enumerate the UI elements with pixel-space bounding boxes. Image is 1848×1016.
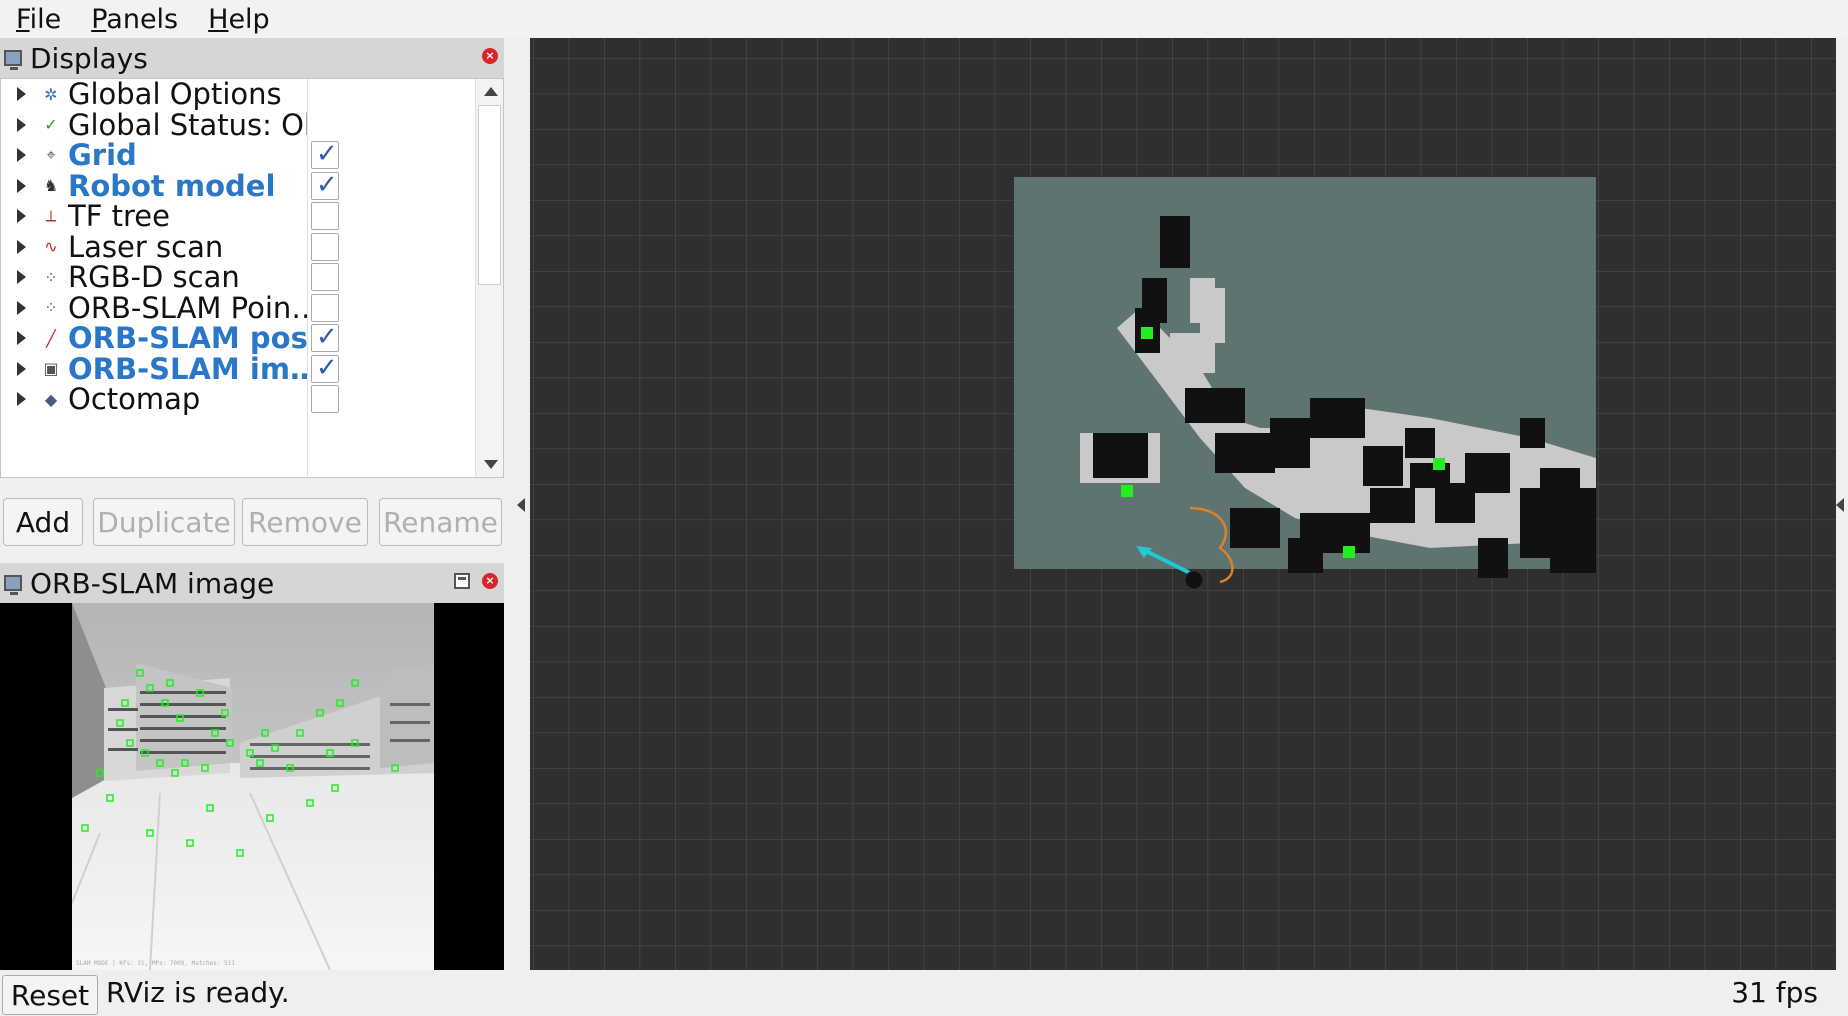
- checkmark-icon: ✓: [316, 169, 338, 200]
- status-message: RViz is ready.: [106, 976, 290, 1009]
- expand-arrow-icon[interactable]: [17, 209, 26, 224]
- display-row[interactable]: ∿ Laser scan: [1, 229, 475, 264]
- collapse-right-icon[interactable]: [1836, 498, 1844, 512]
- display-row[interactable]: ✓ Global Status: Ok: [1, 107, 475, 142]
- display-enable-checkbox[interactable]: [311, 385, 339, 414]
- orb-slam-image-panel: ORB-SLAM image × SLAM MODE | KFs: 31, MP…: [0, 563, 504, 970]
- scroll-thumb[interactable]: [478, 105, 501, 285]
- display-label: Global Status: Ok: [68, 107, 308, 142]
- display-enable-checkbox[interactable]: ✓: [311, 322, 339, 353]
- menu-panels[interactable]: Panels: [91, 4, 178, 35]
- remove-button[interactable]: Remove: [242, 498, 368, 546]
- expand-arrow-icon[interactable]: [17, 331, 26, 346]
- display-label: RGB-D scan: [68, 260, 240, 295]
- display-row[interactable]: ✲ Global Options: [1, 77, 475, 112]
- displays-panel-title: Displays: [30, 41, 148, 75]
- checkmark-icon: ✓: [316, 139, 338, 170]
- 3d-render-view[interactable]: [530, 38, 1836, 970]
- expand-arrow-icon[interactable]: [17, 117, 26, 132]
- pose-arrow-icon: ╱: [46, 328, 56, 348]
- display-label: ORB-SLAM Poin…: [68, 290, 308, 325]
- point-cloud-icon: ⁘: [44, 267, 58, 287]
- column-divider: [307, 79, 308, 479]
- checkmark-icon: ✓: [316, 322, 338, 353]
- add-button[interactable]: Add: [3, 498, 83, 546]
- robot-icon: ♞: [43, 176, 59, 196]
- displays-tree-rows: ✲ Global Options ✓ Global Status: Ok ⌖ Grid ✓ ♞…: [1, 77, 475, 417]
- display-enable-checkbox[interactable]: ✓: [311, 352, 339, 383]
- scroll-down-icon[interactable]: [484, 460, 498, 469]
- displays-tree[interactable]: ✲ Global Options ✓ Global Status: Ok ⌖ Grid ✓ ♞…: [0, 77, 504, 479]
- undock-icon[interactable]: [454, 573, 470, 589]
- camera-image: SLAM MODE | KFs: 31, MPs: 7009, Matches:…: [0, 603, 504, 970]
- display-label: TF tree: [68, 199, 170, 234]
- displays-panel: Displays × ✲ Global Options ✓ Global Status…: [0, 38, 504, 558]
- collapse-left-icon[interactable]: [517, 498, 525, 512]
- display-label: Octomap: [68, 382, 201, 417]
- image-icon: ▣: [43, 359, 59, 379]
- expand-arrow-icon[interactable]: [17, 392, 26, 407]
- display-enable-checkbox[interactable]: [311, 232, 339, 261]
- display-enable-checkbox[interactable]: ✓: [311, 139, 339, 170]
- display-row[interactable]: ╱ ORB-SLAM pose ✓: [1, 321, 475, 356]
- display-row[interactable]: ⌖ Grid ✓: [1, 138, 475, 173]
- occupancy-map: [1014, 177, 1596, 578]
- checkmark-icon: ✓: [316, 352, 338, 383]
- display-label: Robot model: [68, 168, 276, 203]
- tree-scrollbar[interactable]: [475, 79, 503, 477]
- robot-marker: [1184, 570, 1204, 590]
- grid-icon: ⌖: [46, 145, 56, 165]
- expand-arrow-icon[interactable]: [17, 300, 26, 315]
- display-label: ORB-SLAM im…: [68, 351, 308, 386]
- display-enable-checkbox[interactable]: ✓: [311, 169, 339, 200]
- scroll-up-icon[interactable]: [484, 87, 498, 96]
- expand-arrow-icon[interactable]: [17, 239, 26, 254]
- display-enable-checkbox[interactable]: [311, 263, 339, 292]
- display-row[interactable]: ⁘ RGB-D scan: [1, 260, 475, 295]
- image-icon: [4, 575, 22, 595]
- point-cloud-icon: ⁘: [44, 298, 58, 318]
- close-icon[interactable]: ×: [482, 48, 498, 64]
- display-enable-checkbox[interactable]: [311, 293, 339, 322]
- check-icon: ✓: [44, 115, 58, 135]
- expand-arrow-icon[interactable]: [17, 361, 26, 376]
- status-bar: Reset RViz is ready. 31 fps: [0, 972, 1848, 1016]
- expand-arrow-icon[interactable]: [17, 87, 26, 102]
- menu-bar: File Panels Help: [0, 0, 1848, 38]
- menu-file[interactable]: File: [16, 4, 61, 35]
- reset-button[interactable]: Reset: [2, 975, 98, 1015]
- duplicate-button[interactable]: Duplicate: [93, 498, 235, 546]
- image-panel-header[interactable]: ORB-SLAM image ×: [0, 563, 504, 603]
- image-panel-title: ORB-SLAM image: [30, 566, 275, 600]
- close-icon[interactable]: ×: [482, 573, 498, 589]
- display-row[interactable]: ▣ ORB-SLAM im… ✓: [1, 351, 475, 386]
- monitor-icon: [4, 50, 22, 70]
- rename-button[interactable]: Rename: [379, 498, 502, 546]
- image-overlay-text: SLAM MODE | KFs: 31, MPs: 7009, Matches:…: [76, 960, 235, 967]
- laser-scan-icon: ∿: [44, 237, 58, 257]
- display-label: ORB-SLAM pose: [68, 321, 308, 356]
- display-label: Global Options: [68, 77, 282, 112]
- camera-image-svg: SLAM MODE | KFs: 31, MPs: 7009, Matches:…: [0, 603, 504, 970]
- menu-help[interactable]: Help: [208, 4, 270, 35]
- display-row[interactable]: ⁘ ORB-SLAM Poin…: [1, 290, 475, 325]
- fps-readout: 31 fps: [1731, 976, 1818, 1009]
- display-row[interactable]: ⟂ TF tree: [1, 199, 475, 234]
- expand-arrow-icon[interactable]: [17, 270, 26, 285]
- expand-arrow-icon[interactable]: [17, 148, 26, 163]
- display-label: Laser scan: [68, 229, 224, 264]
- tf-axes-icon: ⟂: [45, 206, 57, 226]
- display-row[interactable]: ◆ Octomap: [1, 382, 475, 417]
- octomap-icon: ◆: [44, 389, 58, 409]
- display-enable-checkbox[interactable]: [311, 202, 339, 231]
- expand-arrow-icon[interactable]: [17, 178, 26, 193]
- gear-icon: ✲: [44, 84, 58, 104]
- displays-panel-header[interactable]: Displays ×: [0, 38, 504, 78]
- display-label: Grid: [68, 138, 137, 173]
- render-view-svg: [530, 38, 1836, 970]
- display-row[interactable]: ♞ Robot model ✓: [1, 168, 475, 203]
